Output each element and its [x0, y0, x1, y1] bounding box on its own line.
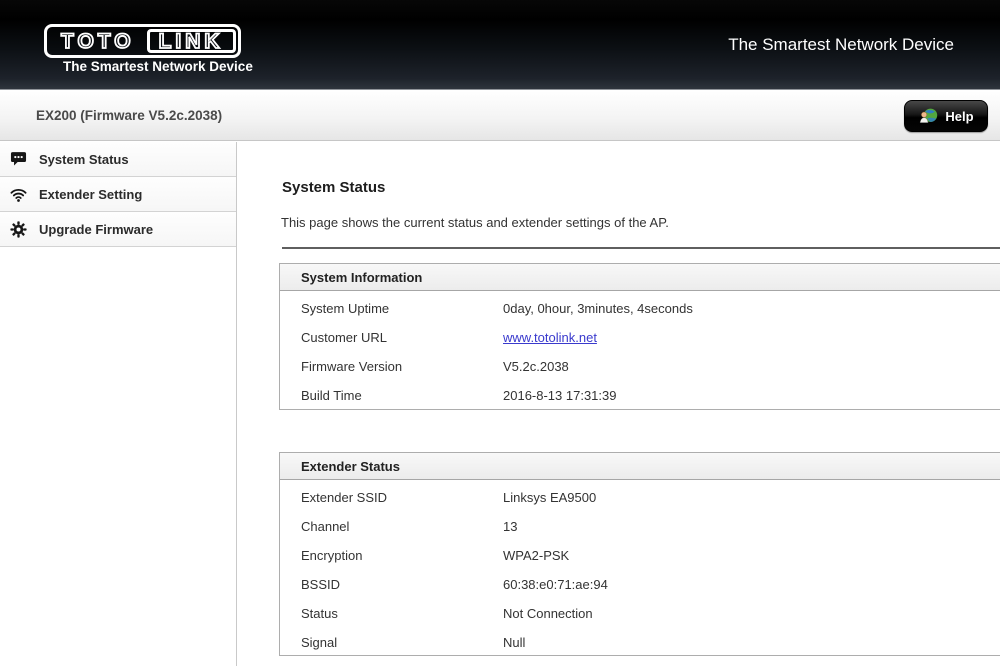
table-row: StatusNot Connection — [280, 599, 1000, 628]
sidebar-item-label: Upgrade Firmware — [39, 222, 153, 237]
table-row: EncryptionWPA2-PSK — [280, 541, 1000, 570]
row-label: Encryption — [280, 548, 503, 563]
page-description: This page shows the current status and e… — [281, 215, 669, 230]
help-button[interactable]: Help — [904, 100, 988, 132]
row-value: 60:38:e0:71:ae:94 — [503, 577, 608, 592]
sidebar-item-label: System Status — [39, 152, 129, 167]
table-rows: Extender SSIDLinksys EA9500Channel13Encr… — [280, 480, 1000, 657]
row-label: Build Time — [280, 388, 503, 403]
row-label: Extender SSID — [280, 490, 503, 505]
table-row: Firmware VersionV5.2c.2038 — [280, 352, 1000, 381]
wifi-icon — [10, 186, 27, 203]
table-row: System Uptime0day, 0hour, 3minutes, 4sec… — [280, 294, 1000, 323]
table-row: BSSID60:38:e0:71:ae:94 — [280, 570, 1000, 599]
help-support-icon — [918, 106, 938, 126]
section-divider — [282, 247, 1000, 249]
row-value: 0day, 0hour, 3minutes, 4seconds — [503, 301, 693, 316]
header-tagline: The Smartest Network Device — [728, 35, 954, 55]
table-rows: System Uptime0day, 0hour, 3minutes, 4sec… — [280, 291, 1000, 410]
extender-status-table: Extender Status Extender SSIDLinksys EA9… — [279, 452, 1000, 656]
system-information-table: System Information System Uptime0day, 0h… — [279, 263, 1000, 410]
router-admin-page: TOTO LINK The Smartest Network Device Th… — [0, 0, 1000, 666]
page-title: System Status — [282, 179, 385, 196]
subheader-bar: EX200 (Firmware V5.2c.2038) Help — [0, 91, 1000, 141]
logo-tagline: The Smartest Network Device — [63, 59, 253, 74]
table-row: Build Time2016-8-13 17:31:39 — [280, 381, 1000, 410]
row-label: Signal — [280, 635, 503, 650]
sidebar-item-upgrade-firmware[interactable]: Upgrade Firmware — [0, 212, 236, 247]
table-row: Customer URLwww.totolink.net — [280, 323, 1000, 352]
row-value: WPA2-PSK — [503, 548, 569, 563]
row-label: Status — [280, 606, 503, 621]
row-label: Channel — [280, 519, 503, 534]
device-firmware-title: EX200 (Firmware V5.2c.2038) — [36, 91, 222, 141]
logo-text-link: LINK — [159, 31, 224, 52]
table-row: SignalNull — [280, 628, 1000, 657]
logo-link-box: LINK — [147, 29, 236, 53]
row-label: Firmware Version — [280, 359, 503, 374]
table-row: Channel13 — [280, 512, 1000, 541]
totolink-logo: TOTO LINK — [44, 24, 241, 58]
row-value: Linksys EA9500 — [503, 490, 596, 505]
table-title: System Information — [280, 264, 1000, 291]
sidebar-item-label: Extender Setting — [39, 187, 142, 202]
row-value: Not Connection — [503, 606, 593, 621]
main-content: System Status This page shows the curren… — [238, 142, 1000, 666]
help-button-label: Help — [945, 109, 973, 124]
row-label: BSSID — [280, 577, 503, 592]
brand-header: TOTO LINK The Smartest Network Device Th… — [0, 0, 1000, 90]
sidebar-nav: System Status Extender Setting — [0, 142, 237, 666]
chat-status-icon — [10, 151, 27, 168]
row-label: System Uptime — [280, 301, 503, 316]
row-value: 2016-8-13 17:31:39 — [503, 388, 616, 403]
logo-text-toto: TOTO — [47, 27, 147, 55]
customer-url-link[interactable]: www.totolink.net — [503, 330, 597, 345]
table-title: Extender Status — [280, 453, 1000, 480]
table-row: Extender SSIDLinksys EA9500 — [280, 483, 1000, 512]
row-value: 13 — [503, 519, 517, 534]
sidebar-item-system-status[interactable]: System Status — [0, 142, 236, 177]
row-value: Null — [503, 635, 525, 650]
row-value: V5.2c.2038 — [503, 359, 569, 374]
gear-icon — [10, 221, 27, 238]
sidebar-item-extender-setting[interactable]: Extender Setting — [0, 177, 236, 212]
row-label: Customer URL — [280, 330, 503, 345]
